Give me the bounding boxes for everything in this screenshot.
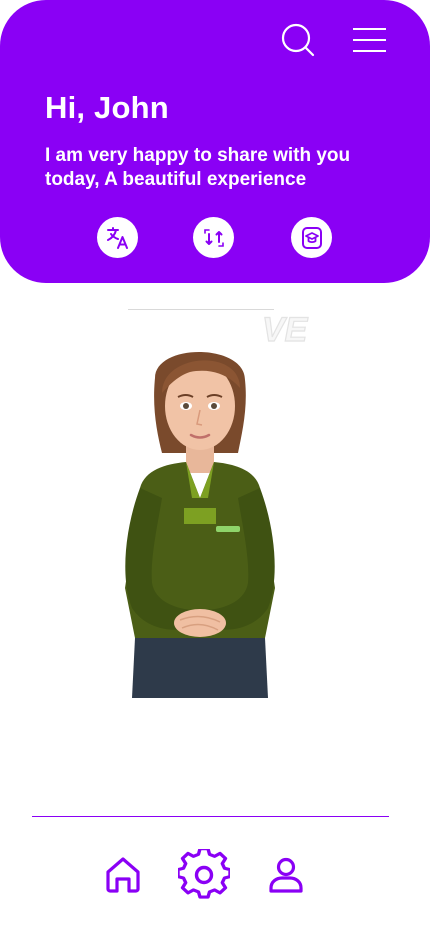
convert-button[interactable] bbox=[193, 217, 234, 258]
profile-icon[interactable] bbox=[264, 850, 308, 900]
menu-icon[interactable] bbox=[352, 22, 388, 58]
greeting-subtitle: I am very happy to share with you today,… bbox=[45, 145, 351, 190]
learn-button[interactable] bbox=[291, 217, 332, 258]
nav-divider bbox=[32, 816, 389, 817]
convert-icon bbox=[203, 228, 224, 247]
search-icon[interactable] bbox=[280, 22, 316, 58]
home-icon[interactable] bbox=[101, 850, 145, 900]
learn-icon bbox=[301, 226, 322, 249]
translate-button[interactable] bbox=[97, 217, 138, 258]
settings-icon[interactable] bbox=[177, 848, 231, 902]
sign-language-avatar bbox=[100, 338, 300, 698]
watermark-line bbox=[128, 309, 274, 310]
header-panel: Hi, John I am very happy to share with y… bbox=[0, 0, 430, 283]
translate-icon bbox=[106, 226, 128, 249]
greeting-title: Hi, John bbox=[45, 90, 169, 125]
